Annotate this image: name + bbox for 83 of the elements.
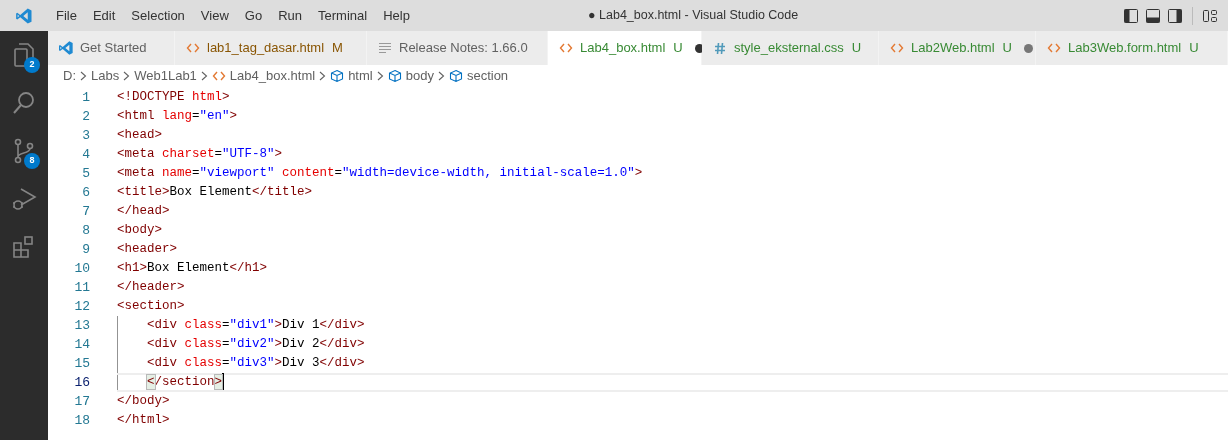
menu-item[interactable]: View [192,5,237,26]
line-number: 15 [73,354,90,373]
editor-tab[interactable]: Get Started [48,31,175,65]
count-badge: 2 [24,57,40,73]
breadcrumb-item[interactable]: section [466,66,509,86]
line-number: 11 [73,278,90,297]
line-number: 12 [73,297,90,316]
line-number: 14 [73,335,90,354]
menu-item[interactable]: File [48,5,85,26]
breadcrumb-item[interactable]: body [405,66,434,86]
code-line: <div class="div3">Div 3</div> [147,355,365,373]
editor-tab[interactable]: style_eksternal.css U [702,31,879,65]
code-line: <div class="div1">Div 1</div> [147,317,365,335]
chevron-icon [437,71,445,81]
menu-item[interactable]: Go [236,5,271,26]
code-line: <html lang="en"> [117,108,238,126]
editor-tab[interactable]: lab1_tag_dasar.html M [175,31,367,65]
code-brackets-icon [558,42,574,54]
chevron-icon [376,71,384,81]
code-line: <h1>Box Element</h1> [117,260,268,278]
panel-toggle-icon[interactable] [1145,7,1161,24]
line-number: 4 [81,145,90,164]
code-line: <body> [117,222,162,240]
editor-tab[interactable]: Release Notes: 1.66.0 [367,31,548,65]
breadcrumb-item[interactable]: Lab4_box.html [229,66,316,86]
sidebar-toggle-icon[interactable] [1123,7,1139,24]
cube-icon [448,69,463,83]
code-line: <header> [117,241,177,259]
secondary-sidebar-icon[interactable] [1167,7,1183,24]
breadcrumb-item[interactable]: Labs [91,66,120,86]
code-line: </html> [117,412,170,430]
chevron-icon [200,71,208,81]
hash-icon [712,41,728,55]
code-brackets-icon [889,42,905,54]
editor-tab[interactable]: Lab4_box.html U [548,31,702,65]
chevron-icon [123,71,131,81]
line-number: 16 [73,373,90,392]
line-number: 18 [73,411,90,430]
cube-icon [330,69,345,83]
line-number: 7 [81,202,90,221]
vscode-logo-icon [15,6,33,25]
code-brackets-icon [211,70,226,82]
editor-tab[interactable]: Lab2Web.html U [879,31,1036,65]
line-number: 10 [73,259,90,278]
breadcrumb-item[interactable]: D: [63,66,76,86]
line-number: 8 [81,221,90,240]
code-line: </head> [117,203,170,221]
menu-item[interactable]: Help [375,5,418,26]
code-brackets-icon [1046,42,1062,54]
layout-icon[interactable] [1202,7,1218,24]
menu-item[interactable]: Selection [123,5,193,26]
code-line: <title>Box Element</title> [117,184,313,202]
line-number: 17 [73,392,90,411]
menu-item[interactable]: Run [270,5,310,26]
code-line: <div class="div2">Div 2</div> [147,336,365,354]
line-number: 2 [81,107,90,126]
code-line: <!DOCTYPE html> [117,89,230,107]
line-number: 1 [81,88,90,107]
chevron-icon [80,71,87,81]
code-line: </body> [117,393,170,411]
code-line: <meta charset="UTF-8"> [117,146,283,164]
window-title: ● Lab4_box.html - Visual Studio Code [588,7,799,25]
line-number: 6 [81,183,90,202]
menu-item[interactable]: Terminal [310,5,376,26]
run-debug-icon[interactable] [10,185,38,213]
line-number: 5 [81,164,90,183]
document-lines-icon [377,42,393,54]
line-number: 9 [81,240,90,259]
line-number: 13 [73,316,90,335]
code-line: </header> [117,279,185,297]
vscode-logo-icon [58,40,74,56]
breadcrumb-item[interactable]: html [348,66,373,86]
chevron-icon [319,71,327,81]
cube-icon [387,69,402,83]
breadcrumb-item[interactable]: Web1Lab1 [134,66,197,86]
code-line: <meta name="viewport" content="width=device-width, initial-scale=1.0"> [117,165,643,183]
code-brackets-icon [185,42,201,54]
code-line: <head> [117,127,162,145]
editor-tab[interactable]: Lab3Web.form.html U [1036,31,1228,65]
code-line: <section> [117,298,185,316]
menu-item[interactable]: Edit [84,5,124,26]
count-badge: 8 [24,153,40,169]
line-number: 3 [81,126,90,145]
